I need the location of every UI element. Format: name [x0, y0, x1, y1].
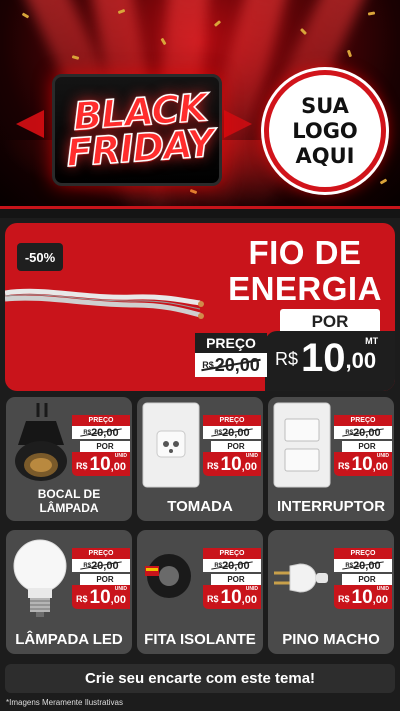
- price-unit: MT: [365, 336, 379, 346]
- tag-price-integer: 10: [351, 587, 373, 608]
- price-tag: PREÇO R$ 20,00 POR R$ 10,00 UNID: [72, 548, 130, 609]
- product-card[interactable]: PREÇO R$ 20,00 POR R$ 10,00 UNID TOMADA: [137, 397, 263, 521]
- product-card[interactable]: PREÇO R$ 20,00 POR R$ 10,00 UNID BOCAL DE LÂ…: [6, 397, 132, 521]
- tag-unit: UNID: [245, 453, 258, 459]
- product-card[interactable]: PREÇO R$ 20,00 POR R$ 10,00 UNID PINO MACHO: [268, 530, 394, 654]
- tag-unit: UNID: [114, 453, 127, 459]
- tag-price-decimal: ,00: [110, 594, 126, 606]
- hero-divider: [0, 206, 400, 218]
- tag-por-label: POR: [80, 441, 130, 452]
- price-decimal: ,00: [345, 348, 377, 373]
- price-currency: R$: [275, 349, 299, 369]
- tag-old-price: R$ 20,00: [334, 426, 392, 439]
- tag-preco-label: PREÇO: [72, 548, 130, 559]
- tag-currency: R$: [207, 594, 219, 604]
- tag-old-price: R$ 20,00: [334, 559, 392, 572]
- tag-preco-label: PREÇO: [203, 548, 261, 559]
- tag-price-decimal: ,00: [241, 461, 257, 473]
- product-name: PINO MACHO: [282, 631, 380, 648]
- logo-placeholder[interactable]: SUA LOGO AQUI: [264, 70, 386, 192]
- tag-price-decimal: ,00: [110, 461, 126, 473]
- tag-por-label: POR: [80, 574, 130, 585]
- tag-currency: R$: [338, 461, 350, 471]
- disclaimer-footnote: *Imagens Meramente Ilustrativas: [6, 698, 123, 707]
- tag-price-decimal: ,00: [241, 594, 257, 606]
- product-card[interactable]: PREÇO R$ 20,00 POR R$ 10,00 UNID INTERRUPTO…: [268, 397, 394, 521]
- tag-currency: R$: [338, 594, 350, 604]
- product-name: LÂMPADA LED: [15, 631, 123, 648]
- tag-preco-label: PREÇO: [203, 415, 261, 426]
- tag-unit: UNID: [376, 453, 389, 459]
- tag-old-price: R$ 20,00: [72, 559, 130, 572]
- tag-old-price: R$ 20,00: [72, 426, 130, 439]
- price-tag: PREÇO R$ 20,00 POR R$ 10,00 UNID: [334, 548, 392, 609]
- product-name: FITA ISOLANTE: [144, 631, 256, 648]
- tag-new-price: R$ 10,00 UNID: [334, 452, 392, 476]
- tag-new-price: R$ 10,00 UNID: [72, 585, 130, 609]
- tag-por-label: POR: [342, 441, 392, 452]
- price-tag: PREÇO R$ 20,00 POR R$ 10,00 UNID: [72, 415, 130, 476]
- confetti: [367, 11, 376, 16]
- featured-title-line: ENERGIA: [228, 270, 382, 307]
- logo-line: LOGO: [292, 118, 358, 143]
- confetti: [213, 20, 222, 27]
- confetti: [21, 12, 30, 19]
- lamp-socket-icon: [15, 403, 67, 481]
- product-card[interactable]: PREÇO R$ 20,00 POR R$ 10,00 UNID LÂMPADA LE…: [6, 530, 132, 654]
- tag-new-price: R$ 10,00 UNID: [203, 452, 261, 476]
- confetti: [346, 49, 353, 58]
- wire-cable-icon: [5, 288, 204, 319]
- tag-preco-label: PREÇO: [72, 415, 130, 426]
- tag-new-price: R$ 10,00 UNID: [334, 585, 392, 609]
- tag-currency: R$: [76, 461, 88, 471]
- tag-old-price: R$ 20,00: [203, 426, 261, 439]
- old-price-value: R$ 20,00: [195, 353, 267, 377]
- tag-price-integer: 10: [351, 454, 373, 475]
- tag-unit: UNID: [114, 586, 127, 592]
- featured-offer[interactable]: -50% FIO DE ENERGIA POR PREÇO R$ 20,00 R…: [5, 223, 395, 391]
- hero-banner: BLACK FRIDAY SUA LOGO AQUI: [0, 0, 400, 210]
- tag-old-price: R$ 20,00: [203, 559, 261, 572]
- featured-title-line: FIO DE: [248, 234, 362, 271]
- price-tag: PREÇO R$ 20,00 POR R$ 10,00 UNID: [203, 548, 261, 609]
- cta-banner[interactable]: Crie seu encarte com este tema!: [5, 664, 395, 693]
- tag-price-decimal: ,00: [372, 594, 388, 606]
- featured-old-price: PREÇO R$ 20,00: [195, 333, 267, 381]
- insulating-tape-icon: [145, 554, 191, 598]
- tag-price-integer: 10: [220, 454, 242, 475]
- tag-currency: R$: [207, 461, 219, 471]
- logo-line: AQUI: [295, 143, 355, 168]
- light-switch-icon: [273, 402, 331, 488]
- tag-preco-label: PREÇO: [334, 415, 392, 426]
- tag-new-price: R$ 10,00 UNID: [72, 452, 130, 476]
- price-integer: 10: [301, 336, 346, 380]
- tag-currency: R$: [76, 594, 88, 604]
- tag-por-label: POR: [342, 574, 392, 585]
- tag-price-integer: 10: [89, 454, 111, 475]
- led-bulb-icon: [13, 539, 67, 617]
- product-name: BOCAL DE LÂMPADA: [37, 487, 101, 515]
- tag-price-integer: 10: [220, 587, 242, 608]
- product-name: TOMADA: [167, 498, 233, 515]
- price-tag: PREÇO R$ 20,00 POR R$ 10,00 UNID: [334, 415, 392, 476]
- price-tag: PREÇO R$ 20,00 POR R$ 10,00 UNID: [203, 415, 261, 476]
- featured-new-price: R$ 10 ,00 MT: [275, 336, 379, 380]
- tag-preco-label: PREÇO: [334, 548, 392, 559]
- discount-badge: -50%: [17, 243, 63, 271]
- male-plug-icon: [274, 563, 328, 593]
- featured-title: FIO DE ENERGIA: [220, 235, 390, 307]
- tag-new-price: R$ 10,00 UNID: [203, 585, 261, 609]
- product-card[interactable]: PREÇO R$ 20,00 POR R$ 10,00 UNID FITA ISOLA…: [137, 530, 263, 654]
- tag-por-label: POR: [211, 441, 261, 452]
- logo-line: SUA: [301, 93, 349, 118]
- tag-unit: UNID: [245, 586, 258, 592]
- tag-unit: UNID: [376, 586, 389, 592]
- product-name: INTERRUPTOR: [276, 498, 386, 515]
- preco-label: PREÇO: [195, 333, 267, 353]
- tag-price-decimal: ,00: [372, 461, 388, 473]
- tag-por-label: POR: [211, 574, 261, 585]
- tag-price-integer: 10: [89, 587, 111, 608]
- power-outlet-icon: [142, 402, 200, 488]
